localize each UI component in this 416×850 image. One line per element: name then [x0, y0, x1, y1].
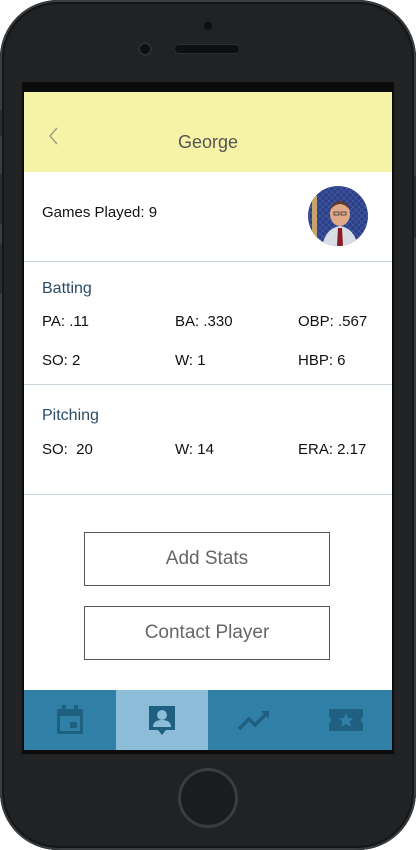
- app-view: George Games Played: 9 Batting PA: .11 B…: [24, 92, 392, 750]
- divider: [24, 261, 392, 262]
- batting-w-stat: W: 1: [175, 352, 206, 369]
- volume-down-button: [0, 244, 2, 294]
- front-camera: [138, 42, 152, 56]
- pitching-title: Pitching: [42, 407, 99, 424]
- pitching-w-stat: W: 14: [175, 441, 214, 458]
- volume-up-button: [0, 174, 2, 224]
- home-button[interactable]: [178, 768, 238, 828]
- page-title: George: [177, 132, 239, 152]
- batting-hbp-stat: HBP: 6: [298, 352, 346, 369]
- tab-players[interactable]: [116, 690, 208, 750]
- tab-tickets[interactable]: [300, 690, 392, 750]
- tab-schedule[interactable]: [24, 690, 116, 750]
- screen: George Games Played: 9 Batting PA: .11 B…: [22, 82, 394, 754]
- batting-obp-stat: OBP: .567: [298, 313, 368, 330]
- batting-ba-stat: BA: .330: [175, 313, 233, 330]
- games-played-label: Games Played: 9: [42, 204, 158, 221]
- divider: [24, 494, 392, 495]
- bottom-tab-bar: [24, 690, 392, 750]
- earpiece-speaker: [174, 44, 240, 54]
- sensor-dot: [204, 22, 212, 30]
- batting-title: Batting: [42, 280, 92, 297]
- pitching-so-stat: SO: 20: [42, 441, 93, 458]
- player-card-icon: [149, 706, 175, 735]
- divider: [24, 384, 392, 385]
- pitching-era-stat: ERA: 2.17: [298, 441, 367, 458]
- trend-icon: [237, 710, 270, 731]
- phone-frame: George Games Played: 9 Batting PA: .11 B…: [0, 0, 416, 850]
- batting-so-stat: SO: 2: [42, 352, 81, 369]
- contact-player-button[interactable]: Contact Player: [84, 606, 330, 660]
- player-avatar[interactable]: [308, 186, 368, 246]
- ticket-icon: [329, 709, 363, 731]
- tab-stats[interactable]: [208, 690, 300, 750]
- mute-switch: [0, 110, 2, 136]
- batting-pa-stat: PA: .11: [42, 313, 89, 330]
- calendar-icon: [57, 705, 83, 734]
- header-bar: George: [24, 92, 392, 172]
- add-stats-button[interactable]: Add Stats: [84, 532, 330, 586]
